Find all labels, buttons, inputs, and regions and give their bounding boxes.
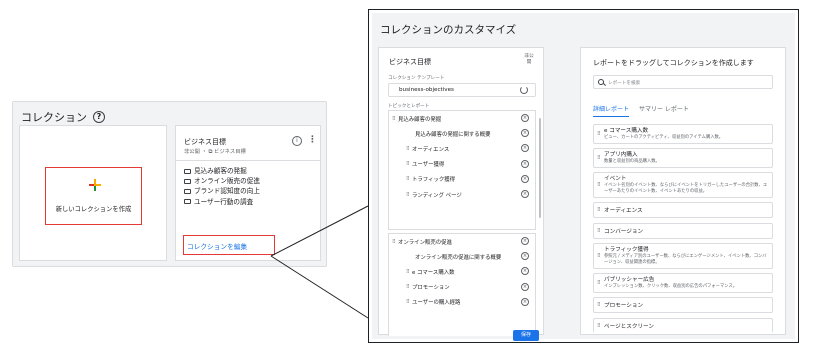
topic-row[interactable]: ⠿ 見込み顧客の発掘 ×: [389, 111, 535, 126]
panel-title: コレクションのカスタマイズ: [380, 24, 517, 36]
topic-row[interactable]: ⠿ オンライン販売の促進 ×: [389, 234, 535, 249]
topic-row[interactable]: ⠿ トラフィック獲得 ×: [389, 172, 535, 187]
drag-handle-icon[interactable]: ⠿: [403, 192, 412, 198]
remove-icon[interactable]: ×: [521, 174, 529, 183]
template-label: コレクション テンプレート: [388, 76, 445, 81]
panel-background: コレクションのカスタマイズ ビジネス目標 非公開 コレクション テンプレート b…: [372, 13, 795, 341]
tab-detail-reports[interactable]: 詳細レポート: [593, 104, 630, 117]
remove-icon[interactable]: ×: [521, 189, 529, 198]
topics-label: トピックとレポート: [388, 104, 430, 109]
drag-handle-icon[interactable]: ⠿: [403, 284, 412, 290]
drag-handle-icon[interactable]: ⠿: [597, 182, 601, 188]
drag-handle-icon[interactable]: ⠿: [597, 280, 601, 286]
remove-icon[interactable]: ×: [521, 237, 529, 245]
report-card[interactable]: ⠿ ページとスクリーン: [593, 317, 773, 332]
topic-row[interactable]: 見込み顧客の発掘に関する概要 ×: [389, 126, 535, 141]
visibility-label: 非公開: [524, 54, 534, 65]
report-card[interactable]: ⠿ プロモーション: [593, 297, 773, 314]
search-placeholder: レポートを検索: [608, 81, 641, 86]
tab-summary-reports[interactable]: サマリー レポート: [639, 104, 689, 117]
collection-name[interactable]: ビジネス目標: [389, 57, 431, 67]
template-field[interactable]: business-objectives: [388, 83, 536, 97]
drag-handle-icon[interactable]: ⠿: [403, 299, 412, 305]
remove-icon[interactable]: ×: [521, 159, 529, 168]
report-library-title: レポートをドラッグしてコレクションを作成します: [593, 59, 754, 67]
search-icon: [598, 79, 604, 85]
report-card[interactable]: ⠿ オーディエンス: [593, 202, 773, 219]
report-tabs: 詳細レポート サマリー レポート: [593, 104, 689, 117]
topic-row[interactable]: ⠿ ランディング ページ ×: [389, 187, 535, 202]
topic-row[interactable]: ⠿ プロモーション ×: [389, 280, 535, 295]
report-library: レポートをドラッグしてコレクションを作成します レポートを検索 詳細レポート サ…: [580, 47, 786, 335]
drag-handle-icon[interactable]: ⠿: [597, 323, 601, 329]
reset-icon[interactable]: [520, 86, 528, 94]
callout-line-top: [270, 205, 369, 257]
report-card[interactable]: ⠿ トラフィック獲得 参照元 / メディア別のユーザー数、ならびにエンゲージメント、…: [593, 243, 773, 269]
remove-icon[interactable]: ×: [521, 114, 529, 122]
collection-editor: ビジネス目標 非公開 コレクション テンプレート business-object…: [378, 47, 544, 341]
drag-handle-icon[interactable]: ⠿: [597, 253, 601, 259]
report-card[interactable]: ⠿ アプリ内購入 数量と収益別の商品購入数。: [593, 148, 773, 168]
topic-group-lead-generation: ⠿ 見込み顧客の発掘 × 見込み顧客の発掘に関する概要 × ⠿ オーディエンス × ⠿ ユー…: [388, 110, 536, 230]
drag-handle-icon[interactable]: ⠿: [403, 269, 412, 275]
topic-row[interactable]: ⠿ オーディエンス ×: [389, 141, 535, 156]
drag-handle-icon[interactable]: ⠿: [597, 131, 601, 137]
drag-handle-icon[interactable]: ⠿: [403, 176, 412, 182]
report-list: ⠿ e コマース購入数 ビュー、カートのアクティビティ、収益別のアイテム購入数。 ⠿…: [593, 124, 773, 332]
customize-collection-panel: コレクションのカスタマイズ ビジネス目標 非公開 コレクション テンプレート b…: [368, 9, 799, 343]
save-button[interactable]: 保存: [513, 330, 539, 341]
report-search-input[interactable]: レポートを検索: [593, 75, 773, 89]
topic-row[interactable]: ⠿ ユーザーの購入経路 ×: [389, 295, 535, 310]
drag-handle-icon[interactable]: ⠿: [597, 228, 601, 234]
report-card[interactable]: ⠿ パブリッシャー広告 インプレッション数、クリック数、収益別の広告のパフォーマンス…: [593, 273, 773, 293]
drag-handle-icon[interactable]: ⠿: [597, 302, 601, 308]
topic-group-online-sales: ⠿ オンライン販売の促進 × オンライン販売の促進に関する概要 × ⠿ e コマース購入…: [388, 233, 536, 336]
template-value: business-objectives: [399, 87, 454, 93]
report-card[interactable]: ⠿ e コマース購入数 ビュー、カートのアクティビティ、収益別のアイテム購入数。: [593, 124, 773, 144]
scrollbar[interactable]: [539, 118, 541, 218]
report-card[interactable]: ⠿ コンバージョン: [593, 222, 773, 239]
topic-row[interactable]: ⠿ ユーザー獲得 ×: [389, 157, 535, 172]
topic-row[interactable]: オンライン販売の促進に関する概要 ×: [389, 249, 535, 264]
callout-line-bottom: [270, 255, 369, 319]
drag-handle-icon[interactable]: ⠿: [597, 155, 601, 161]
drag-handle-icon[interactable]: ⠿: [403, 146, 412, 152]
remove-icon[interactable]: ×: [521, 297, 529, 306]
topic-row[interactable]: ⠿ e コマース購入数 ×: [389, 264, 535, 279]
drag-handle-icon[interactable]: ⠿: [389, 239, 398, 245]
drag-handle-icon[interactable]: ⠿: [403, 161, 412, 167]
remove-icon[interactable]: ×: [521, 282, 529, 291]
report-card[interactable]: ⠿ イベント イベント名別のイベント数、ならびにイベントをトリガーしたユーザーの合計…: [593, 172, 773, 198]
drag-handle-icon[interactable]: ⠿: [597, 207, 601, 213]
drag-handle-icon[interactable]: ⠿: [389, 116, 398, 122]
